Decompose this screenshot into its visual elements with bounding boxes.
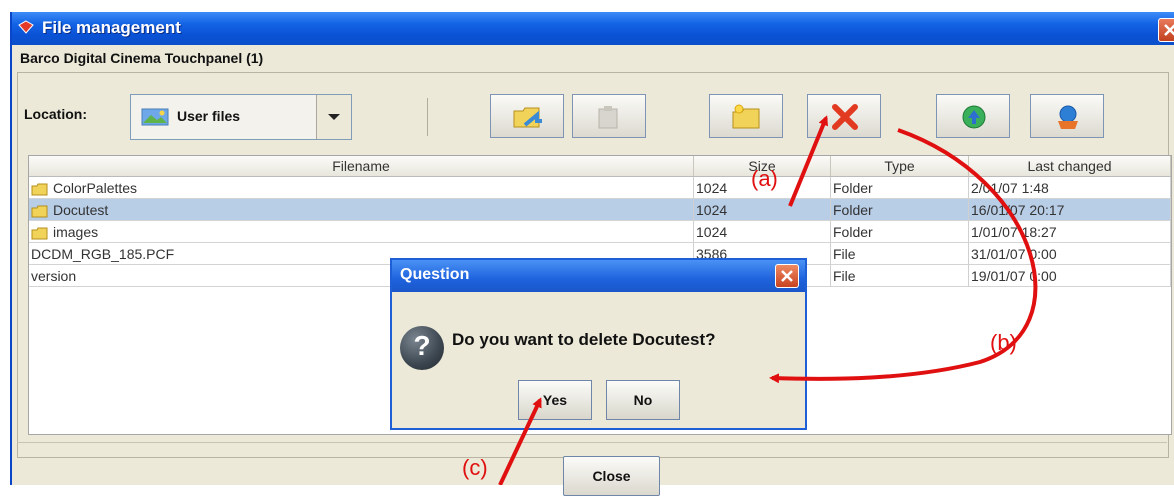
location-value: User files [177, 108, 241, 124]
cell-last-changed: 1/01/07 18:27 [969, 221, 1171, 243]
folder-icon [31, 227, 48, 240]
cell-last-changed: 31/01/07 0:00 [969, 243, 1171, 265]
footer-divider [17, 442, 1167, 443]
new-folder-button[interactable] [709, 94, 783, 138]
cell-last-changed-text: 2/01/07 1:48 [971, 180, 1049, 196]
cell-filename: images [29, 221, 694, 243]
yes-button[interactable]: Yes [518, 380, 592, 420]
window-title: File management [42, 18, 181, 37]
location-label: Location: [24, 106, 87, 122]
no-button[interactable]: No [606, 380, 680, 420]
cell-last-changed: 19/01/07 0:00 [969, 265, 1171, 287]
cell-size: 1024 [694, 199, 831, 221]
cell-last-changed: 16/01/07 20:17 [969, 199, 1171, 221]
app-icon [18, 20, 34, 34]
cell-type-text: Folder [833, 202, 873, 218]
folder-icon [31, 183, 48, 196]
close-icon [781, 270, 793, 282]
cell-type-text: Folder [833, 224, 873, 240]
close-button[interactable]: Close [563, 456, 660, 496]
dialog-title-bar[interactable]: Question [392, 260, 805, 292]
cell-last-changed: 2/01/07 1:48 [969, 177, 1171, 199]
column-header-last-changed[interactable]: Last changed [969, 156, 1171, 176]
cell-type: Folder [831, 221, 969, 243]
cell-size-text: 1024 [696, 224, 728, 240]
copy-folder-icon [513, 107, 542, 128]
copy-button[interactable] [490, 94, 564, 138]
table-row[interactable]: ColorPalettes 1024 Folder 2/01/07 1:48 [29, 177, 1171, 199]
column-header-type[interactable]: Type [831, 156, 969, 176]
paste-button[interactable] [572, 94, 646, 138]
toolbar-separator [427, 98, 428, 136]
cell-type: Folder [831, 199, 969, 221]
cell-type: File [831, 265, 969, 287]
new-folder-icon [732, 104, 760, 129]
upload-button[interactable] [936, 94, 1010, 138]
cell-last-changed-text: 19/01/07 0:00 [971, 268, 1057, 284]
group-title: Barco Digital Cinema Touchpanel (1) [20, 50, 264, 66]
cell-filename: ColorPalettes [29, 177, 694, 199]
cell-size-text: 1024 [696, 202, 728, 218]
title-bar[interactable]: File management [12, 12, 1174, 45]
question-dialog: Question ? Do you want to delete Docutes… [390, 258, 807, 430]
cell-last-changed-text: 16/01/07 20:17 [971, 202, 1065, 218]
column-header-filename[interactable]: Filename [29, 156, 694, 176]
download-button[interactable] [1030, 94, 1104, 138]
cell-last-changed-text: 31/01/07 0:00 [971, 246, 1057, 262]
cell-type: Folder [831, 177, 969, 199]
cell-size: 1024 [694, 221, 831, 243]
cell-size-text: 1024 [696, 180, 728, 196]
table-header: Filename Size Type Last changed [29, 156, 1171, 177]
paste-icon [598, 106, 618, 129]
dialog-message: Do you want to delete Docutest? [452, 330, 716, 349]
cell-filename-text: ColorPalettes [53, 180, 138, 196]
cell-last-changed-text: 1/01/07 18:27 [971, 224, 1057, 240]
annotation-a: (a) [751, 166, 778, 191]
folder-icon [31, 205, 48, 218]
cell-filename: Docutest [29, 199, 694, 221]
close-icon [1164, 24, 1174, 36]
download-icon [1058, 105, 1078, 129]
annotation-b: (b) [990, 330, 1017, 355]
table-row[interactable]: Docutest 1024 Folder 16/01/07 20:17 [29, 199, 1171, 221]
cell-type-text: File [833, 268, 856, 284]
dialog-title: Question [400, 266, 470, 283]
chevron-down-icon[interactable] [316, 95, 351, 139]
cell-type-text: Folder [833, 180, 873, 196]
cell-filename-text: Docutest [53, 202, 109, 218]
cell-filename-text: version [31, 268, 77, 284]
table-row[interactable]: images 1024 Folder 1/01/07 18:27 [29, 221, 1171, 243]
delete-button[interactable] [807, 94, 881, 138]
delete-icon [832, 104, 858, 130]
upload-icon [962, 105, 986, 129]
annotation-c: (c) [462, 455, 488, 480]
cell-type: File [831, 243, 969, 265]
window-close-button[interactable] [1158, 18, 1174, 42]
dialog-close-button[interactable] [775, 264, 799, 288]
cell-type-text: File [833, 246, 856, 262]
location-select[interactable]: User files [130, 94, 352, 140]
cell-filename-text: DCDM_RGB_185.PCF [31, 246, 175, 262]
question-icon: ? [400, 326, 444, 370]
user-files-icon [141, 108, 169, 126]
cell-filename-text: images [53, 224, 99, 240]
